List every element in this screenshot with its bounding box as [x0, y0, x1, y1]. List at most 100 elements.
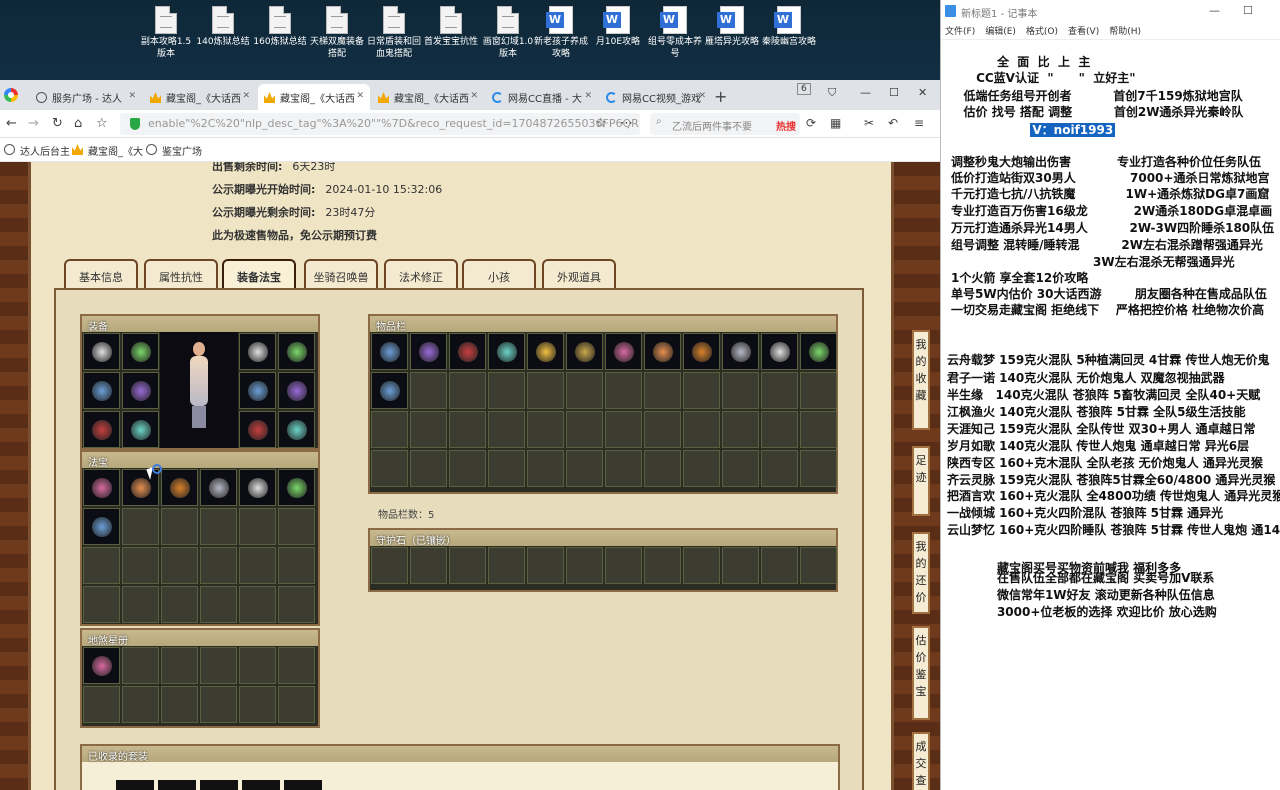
notepad-menu-item[interactable]: 文件(F): [945, 27, 975, 37]
fabao-slot[interactable]: [161, 469, 198, 506]
inventory-slot[interactable]: [761, 372, 798, 409]
guard-stone-slot[interactable]: [449, 547, 486, 584]
inventory-slot[interactable]: [371, 450, 408, 487]
browser-tab[interactable]: 藏宝阁_《大话西 ✕: [372, 84, 484, 110]
desktop-icon[interactable]: 140炼狱总结: [195, 6, 251, 48]
fabao-slot[interactable]: [239, 508, 276, 545]
guard-stone-slot[interactable]: [566, 547, 603, 584]
inventory-slot[interactable]: [722, 372, 759, 409]
fabao-slot[interactable]: [83, 586, 120, 623]
inventory-slot[interactable]: [683, 411, 720, 448]
guard-stone-slot[interactable]: [683, 547, 720, 584]
shirt-icon[interactable]: ⛉: [828, 86, 836, 100]
fabao-slot[interactable]: [83, 547, 120, 584]
desktop-icon[interactable]: 副本攻略1.5版本: [138, 6, 194, 60]
disha-slot[interactable]: [278, 647, 315, 684]
guard-stone-slot[interactable]: [761, 547, 798, 584]
inventory-slot[interactable]: [644, 411, 681, 448]
disha-slot[interactable]: [161, 686, 198, 723]
inventory-slot[interactable]: [449, 333, 486, 370]
equip-slot[interactable]: [122, 411, 159, 448]
inventory-slot[interactable]: [761, 450, 798, 487]
guard-stone-slot[interactable]: [644, 547, 681, 584]
minimize-icon[interactable]: —: [860, 86, 871, 99]
inventory-slot[interactable]: [605, 372, 642, 409]
notepad-menu-item[interactable]: 格式(O): [1026, 27, 1058, 37]
notepad-menu-item[interactable]: 查看(V): [1068, 27, 1099, 37]
fabao-slot[interactable]: [200, 469, 237, 506]
browser-tab[interactable]: 网易CC视频_游戏 ✕: [600, 84, 712, 110]
inventory-slot[interactable]: [371, 333, 408, 370]
inventory-slot[interactable]: [800, 411, 837, 448]
equip-slot[interactable]: [278, 411, 315, 448]
tab-3[interactable]: 坐骑召唤兽: [304, 259, 378, 289]
disha-slot[interactable]: [122, 686, 159, 723]
bookmark-item[interactable]: 藏宝阁_《大: [72, 143, 143, 158]
bookmark-item[interactable]: 鉴宝广场: [146, 143, 202, 158]
maximize-icon[interactable]: ☐: [889, 86, 899, 99]
np-minimize-icon[interactable]: —: [1209, 4, 1220, 17]
fabao-slot[interactable]: [239, 586, 276, 623]
bookmark-item[interactable]: 达人后台主: [4, 143, 70, 158]
fabao-slot[interactable]: [239, 547, 276, 584]
browser-tab[interactable]: 网易CC直播 - 大 ✕: [486, 84, 598, 110]
fabao-slot[interactable]: [278, 586, 315, 623]
inventory-slot[interactable]: [488, 450, 525, 487]
fabao-slot[interactable]: [161, 508, 198, 545]
tab-count-badge[interactable]: 6: [797, 83, 811, 95]
fabao-slot[interactable]: [122, 508, 159, 545]
inventory-slot[interactable]: [410, 333, 447, 370]
inventory-slot[interactable]: [410, 372, 447, 409]
more-icon[interactable]: ⋯: [620, 116, 633, 131]
inventory-slot[interactable]: [488, 372, 525, 409]
favorite-icon[interactable]: ☆: [595, 116, 607, 131]
inventory-slot[interactable]: [800, 372, 837, 409]
fabao-slot[interactable]: [83, 508, 120, 545]
tab-close-icon[interactable]: ✕: [128, 91, 136, 101]
fabao-slot[interactable]: [278, 508, 315, 545]
desktop-icon[interactable]: 160炼狱总结: [252, 6, 308, 48]
tab-1[interactable]: 属性抗性: [144, 259, 218, 289]
notepad-menu-item[interactable]: 帮助(H): [1109, 27, 1141, 37]
desktop-icon[interactable]: W 组号零成本养号: [647, 6, 703, 60]
tab-6[interactable]: 外观道具: [542, 259, 616, 289]
disha-slot[interactable]: [122, 647, 159, 684]
inventory-slot[interactable]: [371, 411, 408, 448]
disha-slot[interactable]: [161, 647, 198, 684]
inventory-slot[interactable]: [644, 450, 681, 487]
guard-stone-slot[interactable]: [605, 547, 642, 584]
tab-2[interactable]: 装备法宝: [222, 259, 296, 289]
reload-icon[interactable]: ↻: [52, 116, 63, 131]
fabao-slot[interactable]: [122, 547, 159, 584]
suit-icons[interactable]: [116, 780, 326, 790]
inventory-slot[interactable]: [605, 411, 642, 448]
disha-slot[interactable]: [239, 647, 276, 684]
inventory-slot[interactable]: [410, 450, 447, 487]
refresh-tool-icon[interactable]: ⟳: [806, 116, 816, 130]
equip-slot[interactable]: [122, 372, 159, 409]
inventory-slot[interactable]: [683, 372, 720, 409]
grid-icon[interactable]: ▦: [830, 116, 841, 130]
notepad-menu-item[interactable]: 编辑(E): [985, 27, 1016, 37]
tab-5[interactable]: 小孩: [462, 259, 536, 289]
tab-close-icon[interactable]: ✕: [470, 91, 478, 101]
back-icon[interactable]: ←: [6, 116, 17, 131]
tab-4[interactable]: 法术修正: [384, 259, 458, 289]
tab-close-icon[interactable]: ✕: [356, 91, 364, 101]
inventory-slot[interactable]: [527, 411, 564, 448]
tab-close-icon[interactable]: ✕: [698, 91, 706, 101]
inventory-slot[interactable]: [605, 333, 642, 370]
equip-slot[interactable]: [278, 333, 315, 370]
browser-tab[interactable]: 藏宝阁_《大话西 ✕: [258, 84, 370, 110]
disha-slot[interactable]: [200, 686, 237, 723]
inventory-slot[interactable]: [722, 450, 759, 487]
forward-icon[interactable]: →: [28, 116, 39, 131]
inventory-slot[interactable]: [761, 411, 798, 448]
guard-stone-slot[interactable]: [527, 547, 564, 584]
disha-slot[interactable]: [278, 686, 315, 723]
inventory-slot[interactable]: [410, 411, 447, 448]
fabao-slot[interactable]: [278, 469, 315, 506]
inventory-slot[interactable]: [449, 372, 486, 409]
bookmark-star-icon[interactable]: ☆: [96, 116, 108, 131]
url-input[interactable]: enable"%2C%20"nlp_desc_tag"%3A%20""%7D&r…: [120, 113, 640, 135]
